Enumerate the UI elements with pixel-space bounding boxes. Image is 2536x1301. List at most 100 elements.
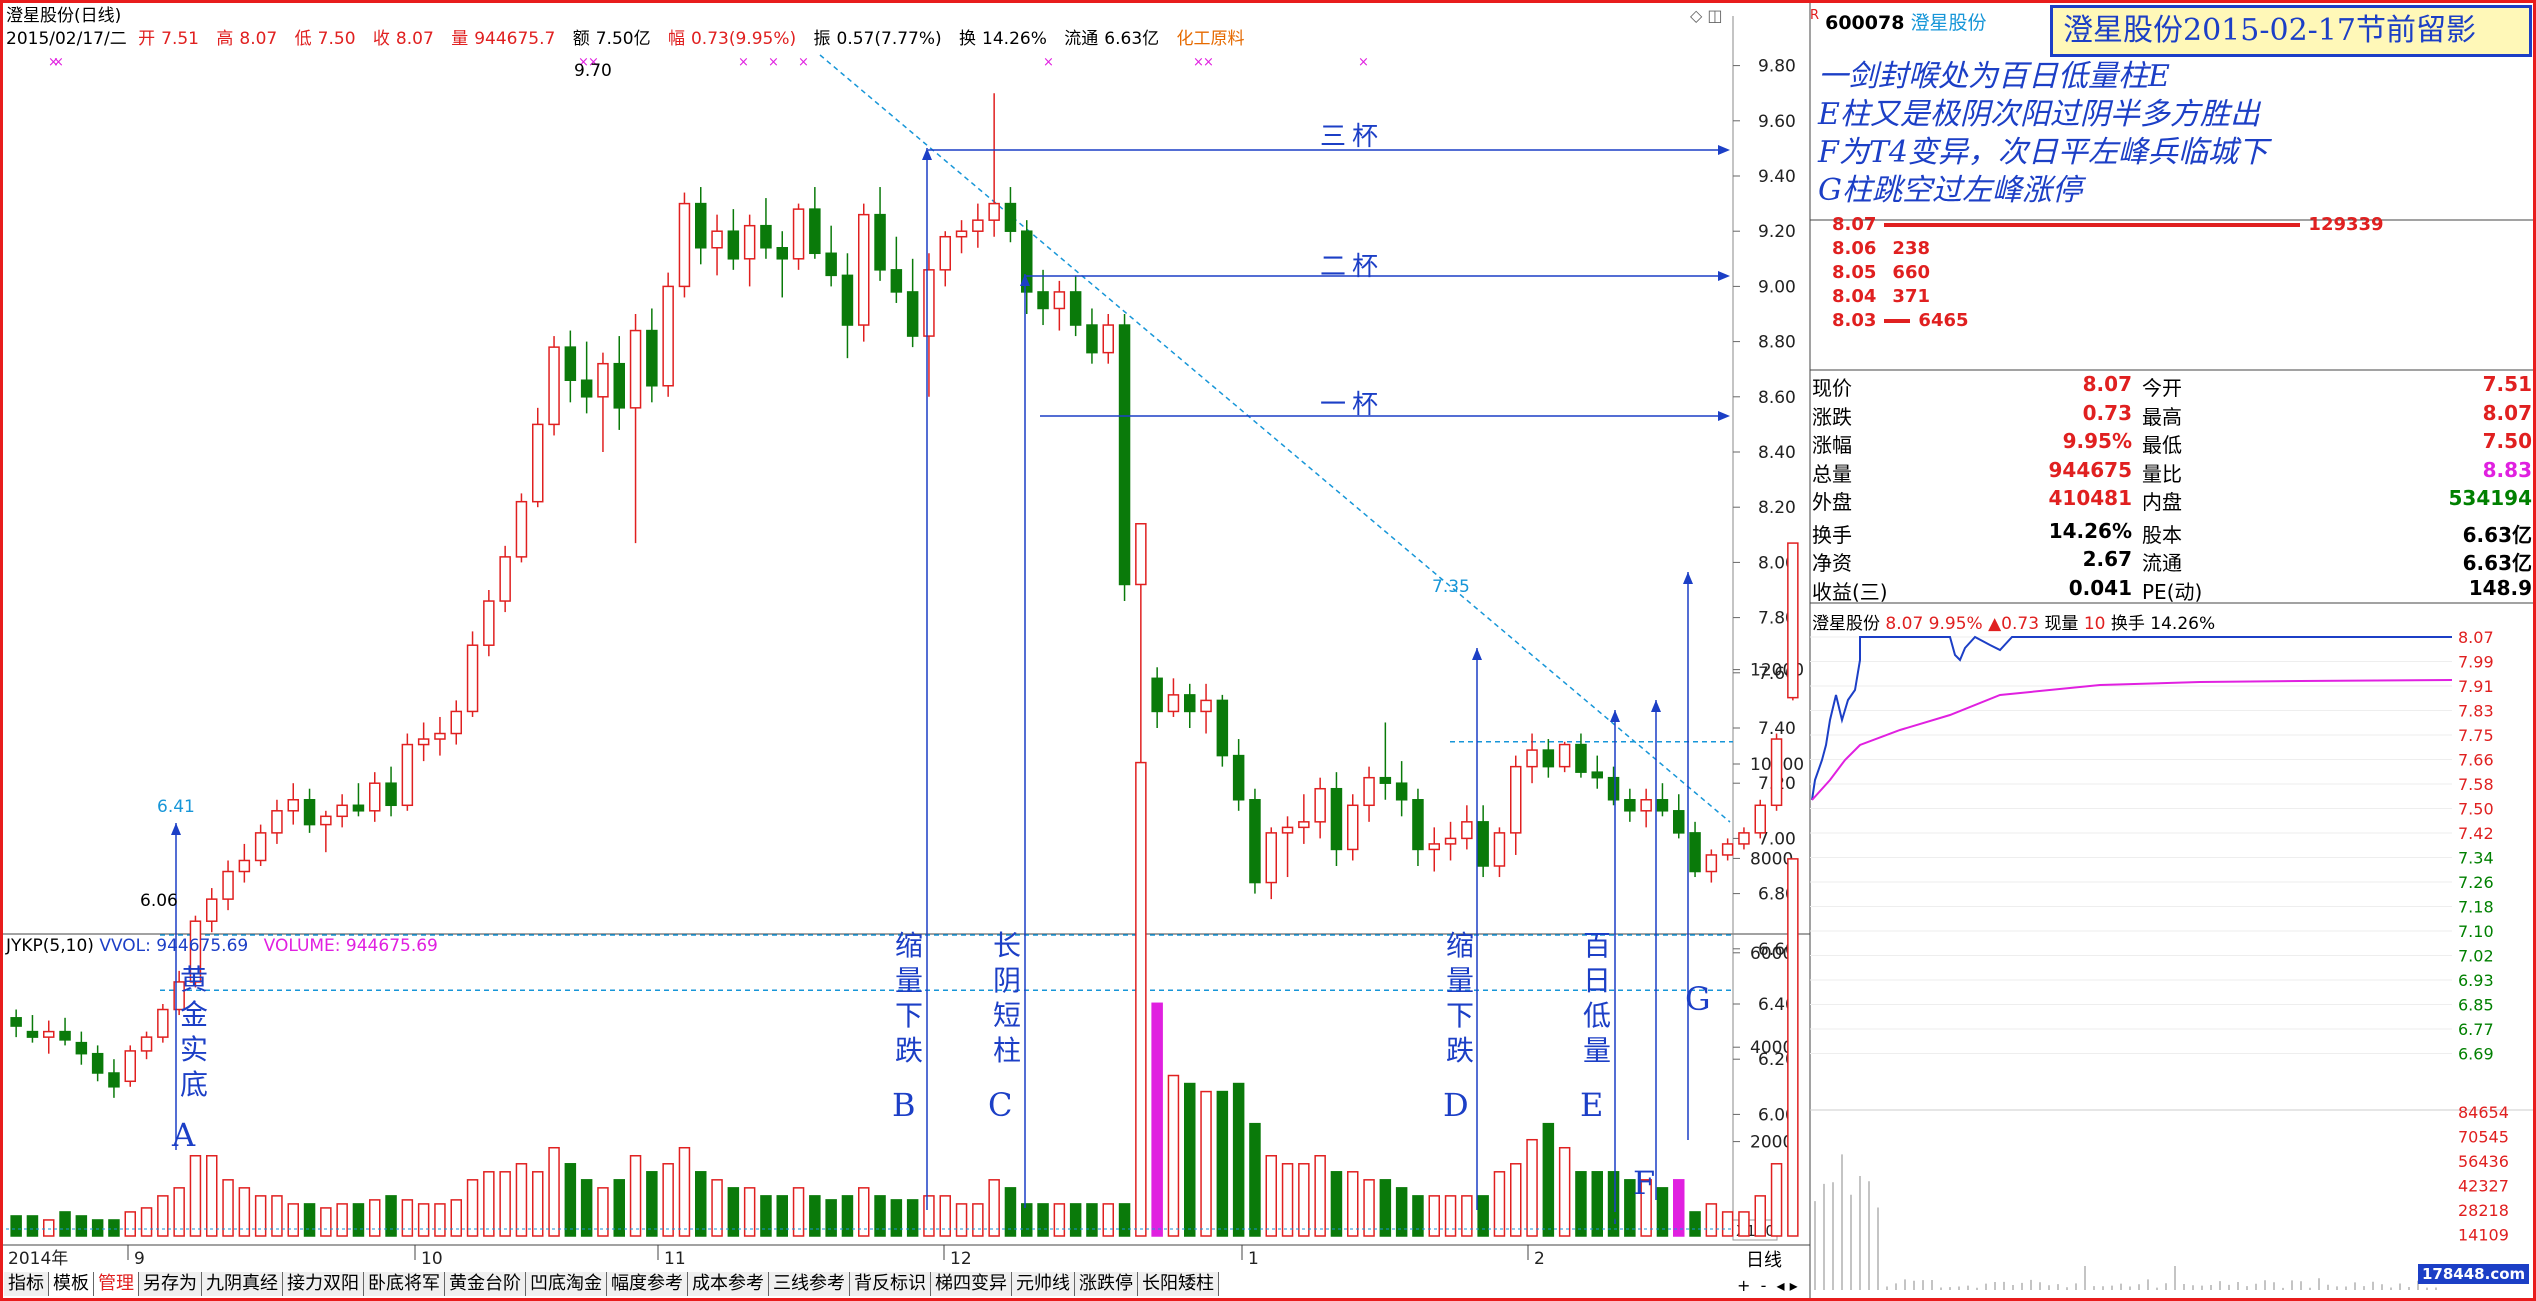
tab-0[interactable]: 指标: [4, 1272, 49, 1296]
date: 2015/02/17/二: [6, 29, 127, 49]
plus-icon[interactable]: +: [1737, 1276, 1750, 1295]
quote-label: 外盘: [1812, 486, 1852, 515]
annotation-a-char: 底: [177, 1067, 211, 1102]
cup-label-3: 三杯: [1320, 116, 1384, 153]
tab-16[interactable]: 长阳矮柱: [1138, 1272, 1219, 1296]
annotation-e-letter: E: [1580, 1086, 1603, 1124]
book-price: 8.04: [1832, 286, 1876, 307]
stock-title-line: 澄星股份(日线): [6, 6, 127, 27]
annotation-g-letter: G: [1685, 980, 1711, 1018]
quote-label: 量比: [2142, 458, 2182, 487]
restore-icon[interactable]: ◫: [1707, 6, 1722, 25]
mark-735: 7.35: [1432, 577, 1470, 597]
quote-label: 内盘: [2142, 486, 2182, 515]
quote-value: 7.50: [2483, 429, 2532, 453]
annotation-b-char: 量: [892, 963, 926, 998]
tab-15[interactable]: 涨跌停: [1075, 1272, 1138, 1296]
minus-icon[interactable]: -: [1761, 1276, 1767, 1295]
tab-2[interactable]: 管理: [94, 1272, 139, 1296]
amt-label: 额: [573, 29, 590, 49]
window-controls: ◇ ◫: [1690, 6, 1723, 25]
tab-10[interactable]: 成本参考: [688, 1272, 769, 1296]
order-book-row: 8.06 238: [1832, 238, 1930, 259]
intraday-price: 8.07: [1885, 614, 1923, 634]
annotation-d-char: 下: [1443, 998, 1477, 1033]
window-frame: [0, 0, 2536, 1301]
high-label: 高: [216, 29, 233, 49]
tab-13[interactable]: 梯四变异: [931, 1272, 1012, 1296]
tab-1[interactable]: 模板: [49, 1272, 94, 1296]
annotation-a-char: 实: [177, 1032, 211, 1067]
low-mark: 6.06: [140, 891, 178, 911]
book-qty: 6465: [1918, 310, 1968, 331]
annotation-e-text: 百日低量: [1580, 928, 1614, 1068]
tab-4[interactable]: 九阴真经: [202, 1272, 283, 1296]
annotation-c-char: 长: [990, 928, 1024, 963]
diamond-icon[interactable]: ◇: [1690, 6, 1702, 25]
intraday-turn-label: 换手: [2111, 614, 2145, 634]
quote-label: 最低: [2142, 429, 2182, 458]
book-qty: 660: [1892, 262, 1930, 283]
quote-header: R 600078 澄星股份: [1810, 8, 1986, 48]
mark-641: 6.41: [157, 797, 195, 817]
vol-label: 量: [451, 29, 468, 49]
turn-label: 换: [959, 29, 976, 49]
quote-label: 净资: [1812, 547, 1852, 576]
quote-value: 14.26%: [2049, 519, 2132, 543]
high-value: 8.07: [239, 29, 277, 49]
sector-label[interactable]: 化工原料: [1177, 29, 1245, 49]
stock-name[interactable]: 澄星股份: [1910, 12, 1986, 34]
annotation-b-text: 缩量下跌: [892, 928, 926, 1068]
book-bar: [1884, 223, 2300, 227]
indicator-line: JYKP(5,10) VVOL: 944675.69 VOLUME: 94467…: [6, 936, 438, 956]
intraday-cur-label: 现量: [2044, 614, 2078, 634]
right-icon[interactable]: ▸: [1790, 1276, 1798, 1295]
quote-value: 6.63亿: [2463, 547, 2532, 576]
open-label: 开: [138, 29, 155, 49]
note-3: F为T4变异，次日平左峰兵临城下: [1818, 134, 2268, 172]
quote-label: 总量: [1812, 458, 1852, 487]
annotation-e-char: 量: [1580, 1033, 1614, 1068]
annotation-e-char: 日: [1580, 963, 1614, 998]
quote-value: 410481: [2049, 486, 2133, 510]
intraday-chg: ▲0.73: [1988, 614, 2039, 634]
tab-8[interactable]: 凹底淘金: [526, 1272, 607, 1296]
note-4: G柱跳空过左峰涨停: [1818, 172, 2082, 210]
annotation-a-letter: A: [172, 1116, 195, 1154]
tab-9[interactable]: 幅度参考: [607, 1272, 688, 1296]
annotation-e-char: 低: [1580, 998, 1614, 1033]
tab-5[interactable]: 接力双阳: [283, 1272, 364, 1296]
low-value: 7.50: [318, 29, 356, 49]
tab-3[interactable]: 另存为: [139, 1272, 202, 1296]
quote-label: 现价: [1812, 372, 1852, 401]
quote-value: 6.63亿: [2463, 519, 2532, 548]
note-1: 一剑封喉处为百日低量柱E: [1818, 58, 2170, 96]
tab-14[interactable]: 元帅线: [1012, 1272, 1075, 1296]
indicator-vvol: VVOL: 944675.69: [99, 936, 248, 956]
quote-label: 流通: [2142, 547, 2182, 576]
amp-value: 0.57(7.77%): [837, 29, 942, 49]
tab-12[interactable]: 背反标识: [850, 1272, 931, 1296]
annotation-a-char: 黄: [177, 962, 211, 997]
quote-row: 换手 14.26% 股本 6.63亿: [1812, 519, 2532, 547]
left-icon[interactable]: ◂: [1777, 1276, 1785, 1295]
stock-ohlc-line: 2015/02/17/二 开 7.51 高 8.07 低 7.50 收 8.07 量 94…: [6, 29, 1251, 50]
book-price: 8.05: [1832, 262, 1876, 283]
tab-11[interactable]: 三线参考: [769, 1272, 850, 1296]
quote-value: 148.9: [2469, 576, 2532, 600]
annotation-c-char: 阴: [990, 963, 1024, 998]
tab-7[interactable]: 黄金台阶: [445, 1272, 526, 1296]
quote-row: 涨幅 9.95% 最低 7.50: [1812, 429, 2532, 457]
turn-value: 14.26%: [982, 29, 1047, 49]
intraday-name: 澄星股份: [1812, 614, 1880, 634]
tab-6[interactable]: 卧底将军: [364, 1272, 445, 1296]
quote-value: 944675: [2049, 458, 2133, 482]
quote-value: 9.95%: [2063, 429, 2132, 453]
float-value: 6.63亿: [1104, 29, 1159, 49]
code-prefix: R: [1810, 8, 1819, 23]
annotation-d-char: 量: [1443, 963, 1477, 998]
quote-row: 涨跌 0.73 最高 8.07: [1812, 401, 2532, 429]
stock-code[interactable]: 600078: [1825, 12, 1904, 34]
annotation-d-letter: D: [1443, 1086, 1469, 1124]
period-label[interactable]: 日线: [1746, 1246, 1782, 1272]
